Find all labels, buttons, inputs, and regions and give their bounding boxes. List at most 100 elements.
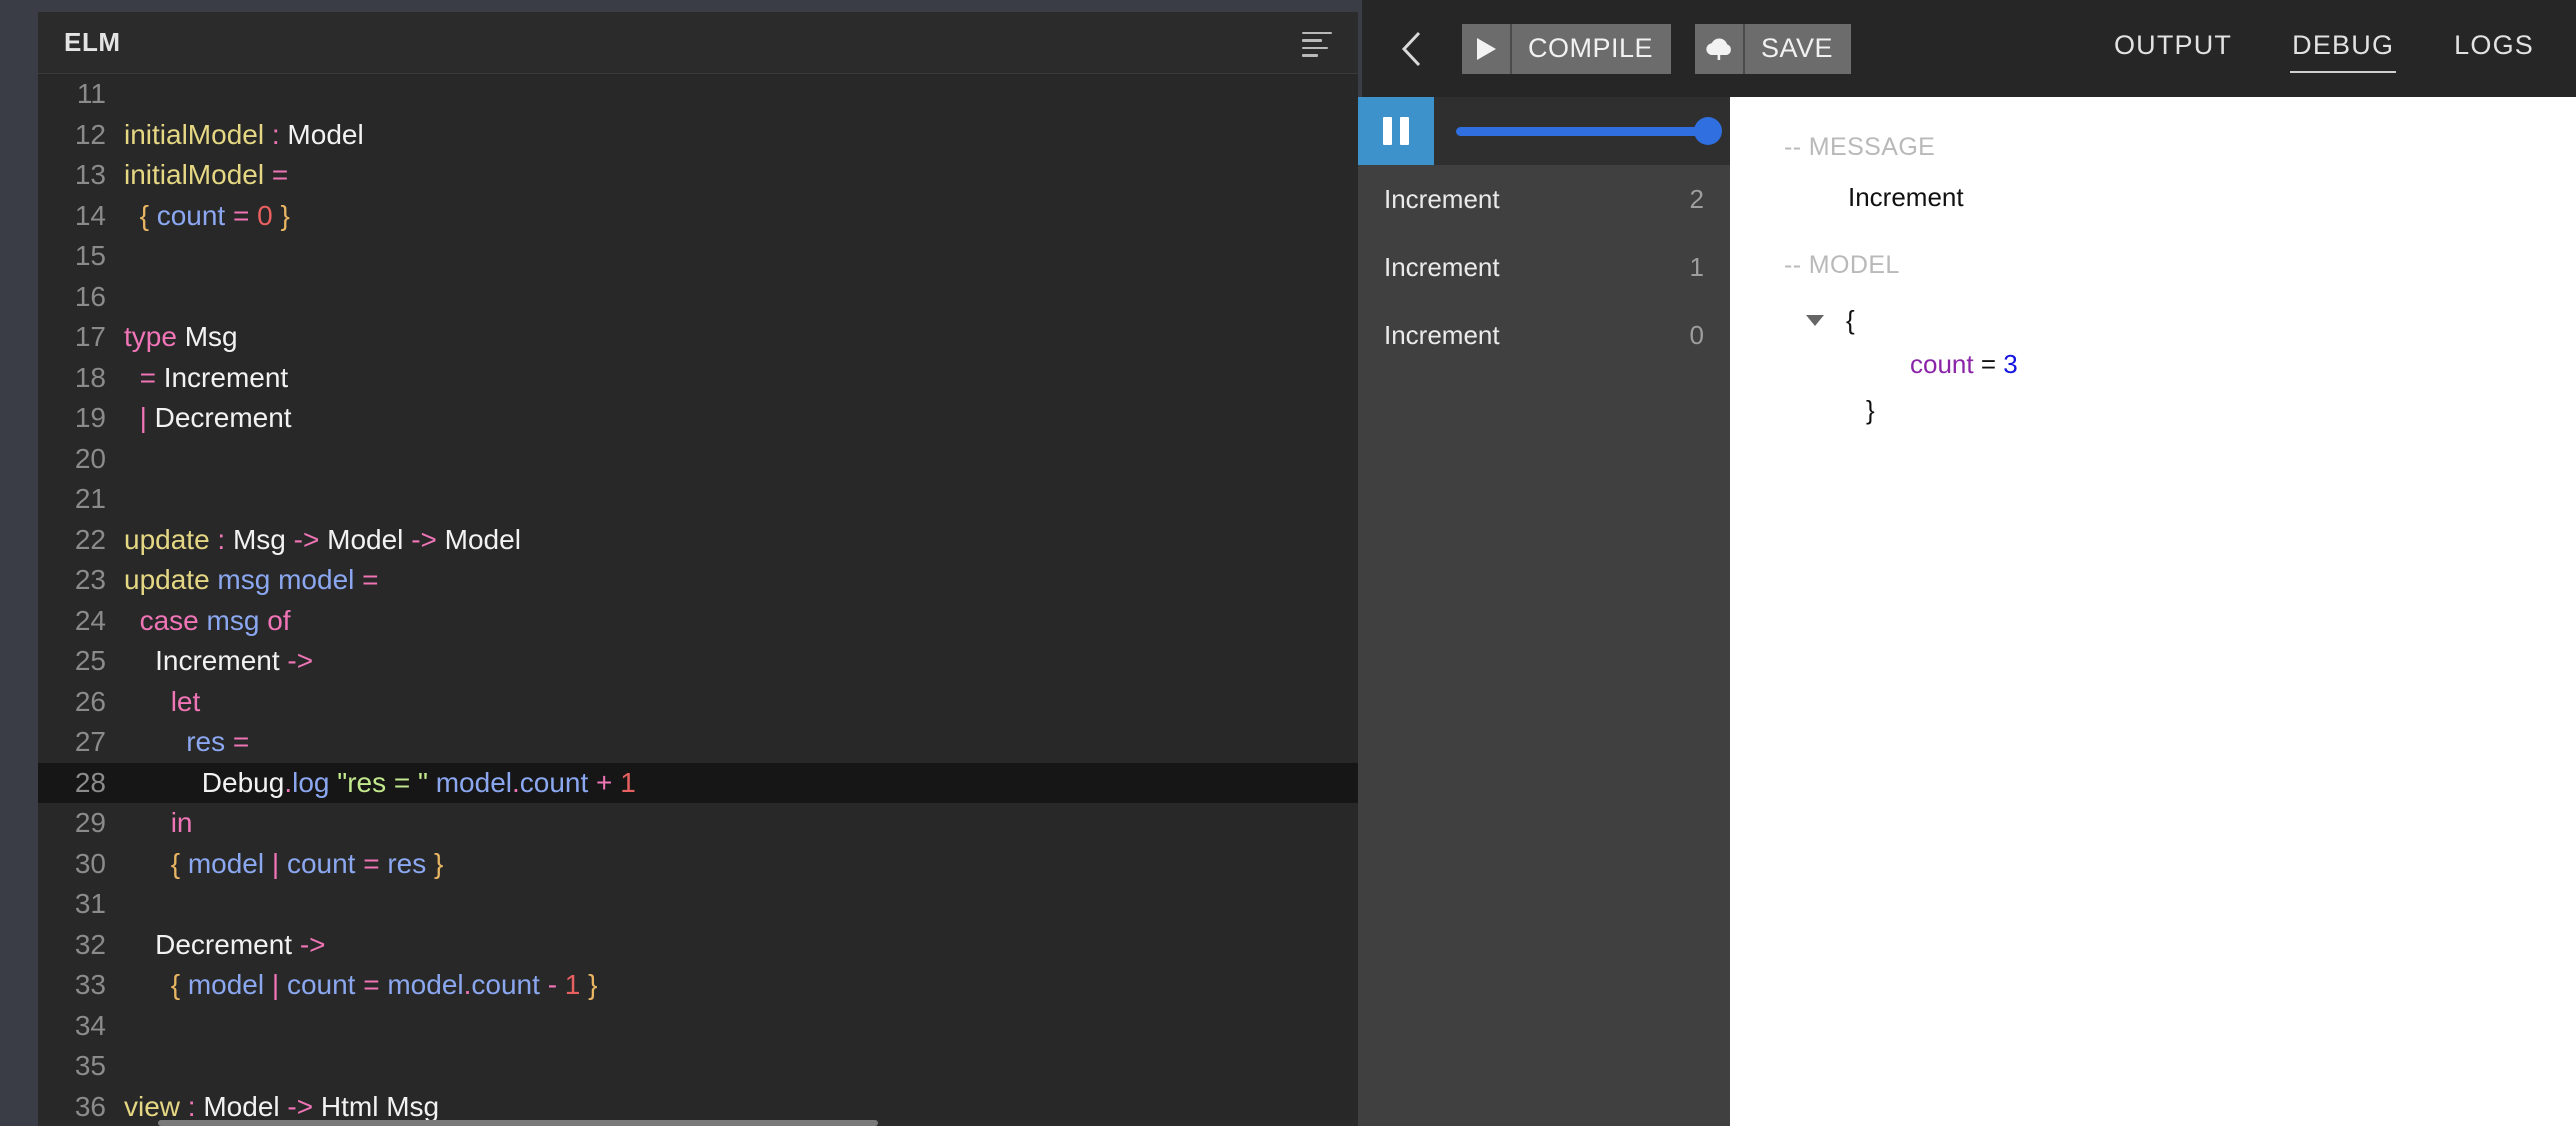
code-line[interactable]: 19 | Decrement <box>38 398 1358 439</box>
code-line[interactable]: 30 { model | count = res } <box>38 844 1358 885</box>
debugger-body: Increment 2 Increment 1 Increment 0 -- MESSAG… <box>1358 97 2576 1126</box>
code-line[interactable]: 22 update : Msg -> Model -> Model <box>38 520 1358 561</box>
history-item[interactable]: Increment 1 <box>1358 233 1730 301</box>
line-number: 34 <box>74 1009 106 1041</box>
history-item-label: Increment <box>1384 319 1500 350</box>
line-source: | Decrement <box>139 402 292 433</box>
code-line[interactable]: 14 { count = 0 } <box>38 196 1358 237</box>
line-source: { model | count = model.count - 1 } <box>170 969 598 1000</box>
code-line[interactable]: 27 res = <box>38 722 1358 763</box>
debugger-pane: COMPILE SAVE OUTPUT DEBUG LOGS Increment… <box>1358 0 2576 1126</box>
line-number: 22 <box>74 523 106 555</box>
model-section-label: -- MODEL <box>1784 251 1900 279</box>
history-item-label: Increment <box>1384 183 1500 214</box>
line-number: 25 <box>74 645 106 676</box>
line-number: 28 <box>74 766 106 798</box>
history-panel: Increment 2 Increment 1 Increment 0 <box>1358 97 1730 1126</box>
history-slider[interactable] <box>1434 97 1730 165</box>
line-source: { model | count = res } <box>170 847 444 879</box>
line-source: type Msg <box>124 321 238 352</box>
history-controls <box>1358 97 1730 165</box>
code-line[interactable]: 28 Debug.log "res = " model.count + 1 <box>38 762 1358 803</box>
code-line[interactable]: 16 <box>38 277 1358 318</box>
code-line[interactable]: 34 <box>38 1006 1358 1047</box>
line-source: Increment -> <box>155 645 314 676</box>
line-source: res = <box>186 726 250 757</box>
code-line[interactable]: 29 in <box>38 803 1358 844</box>
line-source: update msg model = <box>124 564 379 595</box>
model-field-value: 3 <box>2003 349 2018 380</box>
caret-down-icon[interactable] <box>1804 309 1826 331</box>
message-section-label: -- MESSAGE <box>1784 133 1936 161</box>
line-source: in <box>170 807 193 838</box>
line-number: 23 <box>74 564 106 595</box>
history-item-index: 0 <box>1689 319 1704 350</box>
editor-header-actions <box>1302 31 1332 57</box>
message-value: Increment <box>1848 182 1964 212</box>
line-number: 18 <box>74 361 106 393</box>
compile-button[interactable]: COMPILE <box>1462 23 1672 74</box>
slider-thumb[interactable] <box>1694 117 1722 145</box>
slider-track[interactable] <box>1456 117 1722 145</box>
code-line[interactable]: 25 Increment -> <box>38 641 1358 682</box>
line-source: Debug.log "res = " model.count + 1 <box>201 766 636 798</box>
save-button-label: SAVE <box>1761 33 1834 63</box>
code-line[interactable]: 12 initialModel : Model <box>38 115 1358 156</box>
line-number: 26 <box>74 685 106 717</box>
code-line[interactable]: 24 case msg of <box>38 601 1358 642</box>
panel-tabs: OUTPUT DEBUG LOGS <box>2056 24 2536 73</box>
line-number: 30 <box>74 847 106 879</box>
line-source: let <box>170 685 201 717</box>
line-number: 19 <box>74 402 106 433</box>
menu-lines-icon[interactable] <box>1302 31 1332 57</box>
save-button[interactable]: SAVE <box>1695 23 1852 74</box>
code-line[interactable]: 23 update msg model = <box>38 560 1358 601</box>
editor-window: ELM 11 12 initialModel : Model 13 initialMod… <box>38 12 1358 1126</box>
model-open-brace-row: { <box>1804 300 2576 340</box>
code-line[interactable]: 17 type Msg <box>38 317 1358 358</box>
line-number: 32 <box>74 928 106 960</box>
editor-horizontal-scrollbar[interactable] <box>38 1120 1358 1126</box>
tab-logs[interactable]: LOGS <box>2452 24 2536 73</box>
compile-button-label: COMPILE <box>1528 33 1654 63</box>
code-editor[interactable]: 11 12 initialModel : Model 13 initialModel =… <box>38 74 1358 1126</box>
line-source: { count = 0 } <box>139 199 290 231</box>
code-line[interactable]: 32 Decrement -> <box>38 925 1358 966</box>
tab-output[interactable]: OUTPUT <box>2112 24 2234 73</box>
code-line[interactable]: 33 { model | count = model.count - 1 } <box>38 965 1358 1006</box>
line-number: 31 <box>74 888 106 919</box>
code-line[interactable]: 21 <box>38 479 1358 520</box>
line-source: case msg of <box>139 604 291 636</box>
code-line[interactable]: 15 <box>38 236 1358 277</box>
history-item[interactable]: Increment 0 <box>1358 301 1730 369</box>
history-item[interactable]: Increment 2 <box>1358 165 1730 233</box>
line-number: 35 <box>74 1050 106 1081</box>
line-number: 13 <box>74 159 106 190</box>
cloud-upload-icon <box>1695 23 1746 74</box>
model-field-equals: = <box>1980 349 1997 380</box>
chevron-left-icon[interactable] <box>1386 23 1438 75</box>
scrollbar-thumb[interactable] <box>158 1120 878 1126</box>
editor-pane: ELM 11 12 initialModel : Model 13 initialMod… <box>0 0 1358 1126</box>
code-line[interactable]: 18 = Increment <box>38 358 1358 399</box>
line-number: 21 <box>74 483 106 514</box>
model-tree: { count = 3 } <box>1784 300 2576 431</box>
line-number: 15 <box>74 240 106 271</box>
history-item-label: Increment <box>1384 251 1500 282</box>
debug-detail-panel: -- MESSAGE Increment -- MODEL { count = … <box>1730 97 2576 1126</box>
code-line[interactable]: 11 <box>38 74 1358 115</box>
app-root: ELM 11 12 initialModel : Model 13 initialMod… <box>0 0 2576 1126</box>
code-line[interactable]: 31 <box>38 884 1358 925</box>
pause-icon[interactable] <box>1358 97 1434 165</box>
line-number: 17 <box>74 321 106 352</box>
history-item-index: 1 <box>1689 251 1704 282</box>
line-number: 20 <box>74 442 106 474</box>
code-line[interactable]: 26 let <box>38 682 1358 723</box>
code-line[interactable]: 20 <box>38 439 1358 480</box>
line-number: 14 <box>74 199 106 231</box>
tab-debug[interactable]: DEBUG <box>2290 24 2397 73</box>
code-line[interactable]: 13 initialModel = <box>38 155 1358 196</box>
line-number: 11 <box>76 78 106 109</box>
history-list: Increment 2 Increment 1 Increment 0 <box>1358 165 1730 369</box>
code-line[interactable]: 35 <box>38 1046 1358 1087</box>
